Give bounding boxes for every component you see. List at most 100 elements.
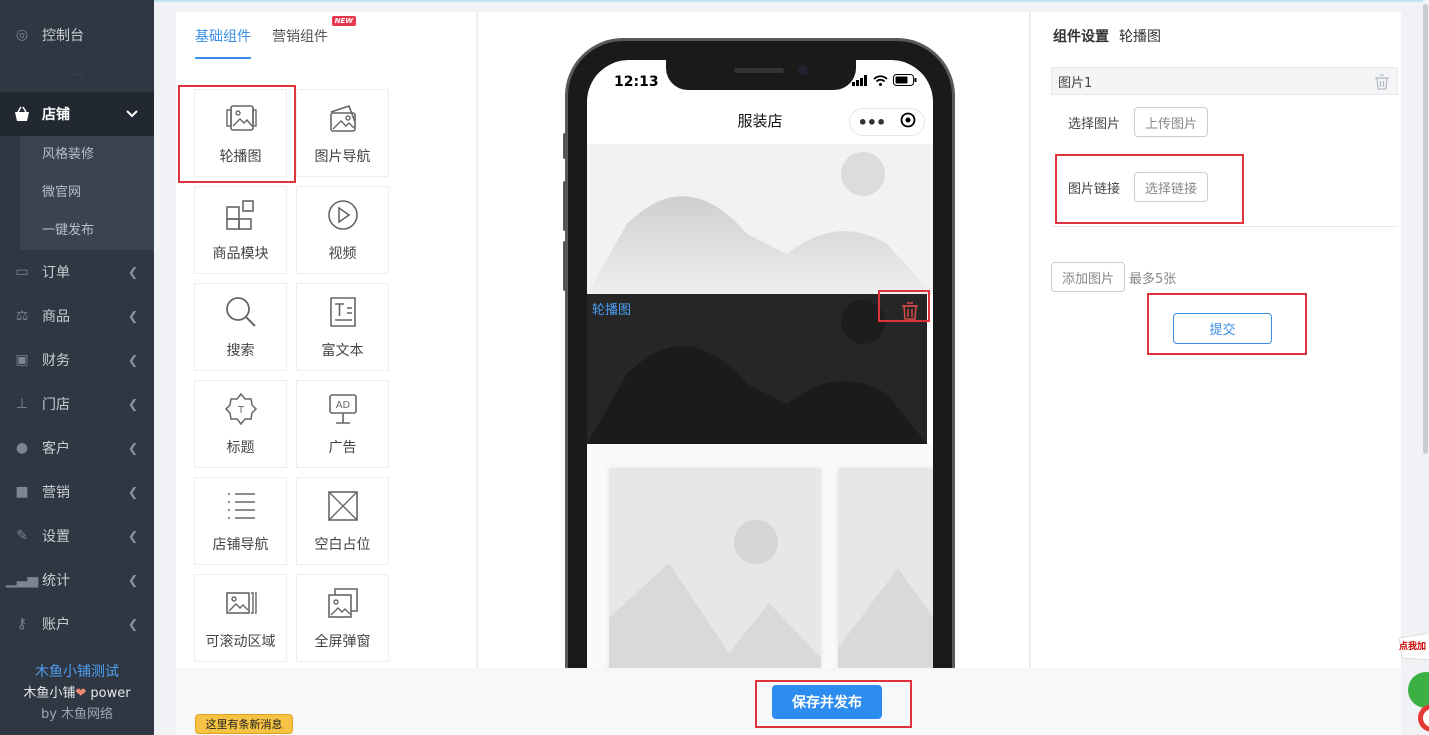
sidebar-subitem-publish[interactable]: 一键发布 (20, 212, 154, 250)
ad-icon: AD (325, 391, 361, 437)
component-item-scroll-area[interactable]: 可滚动区域 (194, 574, 287, 662)
store-icon (12, 106, 32, 122)
title-icon: T (223, 391, 259, 437)
component-item-title[interactable]: T 标题 (194, 380, 287, 468)
sidebar-footer: 木鱼小铺测试 木鱼小铺❤ power by 木鱼网络 (0, 662, 154, 725)
new-message-tag[interactable]: 这里有条新消息 (195, 714, 293, 734)
component-item-label: 全屏弹窗 (314, 634, 371, 650)
dashboard-icon: ◎ (15, 27, 29, 43)
power-line: 木鱼小铺❤ power (23, 686, 131, 701)
sidebar-divider: ··· (70, 68, 84, 81)
component-item-label: 标题 (226, 440, 255, 456)
product-card-placeholder (609, 468, 821, 668)
product-module-icon (223, 197, 259, 243)
branch-icon: ⊥ (15, 396, 29, 412)
component-item-label: 轮播图 (219, 149, 262, 165)
settings-title: 组件设置 (1053, 29, 1109, 45)
sidebar-subitem-micro-site[interactable]: 微官网 (20, 174, 154, 212)
sidebar-item-products[interactable]: ⚖ 商品 ❮ (0, 294, 154, 338)
store-nav-icon (223, 488, 259, 534)
delete-image-button[interactable] (1373, 73, 1391, 95)
upload-image-button[interactable]: 上传图片 (1134, 107, 1209, 137)
wrench-icon: ✎ (16, 528, 28, 544)
bottom-action-bar: 保存并发布 (176, 669, 1401, 735)
add-image-button[interactable]: 添加图片 (1051, 262, 1126, 292)
sidebar-subitem-style[interactable]: 风格装修 (20, 136, 154, 174)
chevron-left-icon: ❮ (127, 309, 138, 323)
component-item-store-nav[interactable]: 店铺导航 (194, 477, 287, 565)
sidebar-item-stats[interactable]: ▁▃▅ 统计 ❮ (0, 558, 154, 602)
floating-widget-text: 点我加 (1399, 642, 1427, 652)
component-item-ad[interactable]: AD 广告 (296, 380, 389, 468)
video-icon (325, 197, 361, 243)
tab-basic-components[interactable]: 基础组件 (195, 26, 251, 59)
signal-icon (852, 74, 867, 86)
close-circle-icon[interactable] (900, 112, 916, 132)
sidebar-item-marketing[interactable]: ■ 营销 ❮ (0, 470, 154, 514)
sidebar-item-stores[interactable]: ⊥ 门店 ❮ (0, 382, 154, 426)
chevron-left-icon: ❮ (127, 441, 138, 455)
component-item-blank-placeholder[interactable]: 空白占位 (296, 477, 389, 565)
phone-notch (666, 60, 856, 90)
rich-text-icon (325, 294, 361, 340)
carousel-icon (223, 100, 259, 146)
phone-screen: 12:13 服装店 ••• 轮播图 (587, 60, 933, 668)
capsule-menu[interactable]: ••• (849, 108, 925, 136)
fullscreen-popup-icon (325, 585, 361, 631)
search-icon (223, 294, 259, 340)
battery-icon (893, 74, 917, 86)
phone-frame: 12:13 服装店 ••• 轮播图 (563, 38, 955, 668)
sidebar-item-orders[interactable]: ▭ 订单 ❮ (0, 250, 154, 294)
submit-button[interactable]: 提交 (1173, 313, 1272, 344)
component-item-product-module[interactable]: 商品模块 (194, 186, 287, 274)
component-item-search[interactable]: 搜索 (194, 283, 287, 371)
phone-side-button (563, 133, 567, 159)
sidebar: ◎ 控制台 ··· 店铺 风格装修 微官网 一键发布 ▭ 订单 ❮ ⚖ 商品 ❮… (0, 0, 154, 735)
component-item-label: 店铺导航 (212, 537, 269, 553)
component-item-image-nav[interactable]: 图片导航 (296, 89, 389, 177)
component-item-label: 商品模块 (212, 246, 269, 262)
sidebar-item-account[interactable]: ⚷ 账户 ❮ (0, 602, 154, 646)
component-item-label: 视频 (328, 246, 357, 262)
component-item-label: 空白占位 (314, 537, 371, 553)
svg-text:T: T (236, 405, 244, 416)
component-item-label: 搜索 (226, 343, 255, 359)
sidebar-item-finance[interactable]: ▣ 财务 ❮ (0, 338, 154, 382)
component-item-rich-text[interactable]: 富文本 (296, 283, 389, 371)
settings-component-name: 轮播图 (1119, 29, 1161, 45)
delete-component-button[interactable] (899, 300, 921, 322)
order-icon: ▭ (15, 264, 29, 280)
save-and-publish-button[interactable]: 保存并发布 (772, 685, 882, 719)
image-link-row: 图片链接 选择链接 (1068, 172, 1209, 202)
sidebar-item-dashboard[interactable]: ◎ 控制台 (0, 0, 154, 70)
sidebar-item-store[interactable]: 店铺 (0, 92, 154, 136)
store-submenu: 风格装修 微官网 一键发布 (0, 136, 154, 250)
carousel-selected-block[interactable]: 轮播图 (587, 294, 927, 444)
more-icon[interactable]: ••• (858, 113, 887, 132)
component-item-carousel[interactable]: 轮播图 (194, 89, 287, 177)
scrollbar-thumb[interactable] (1423, 4, 1428, 454)
top-accent-line (154, 0, 1429, 2)
chevron-left-icon: ❮ (127, 617, 138, 631)
brand-link[interactable]: 木鱼小铺测试 (0, 662, 154, 683)
select-link-button[interactable]: 选择链接 (1134, 172, 1209, 202)
sidebar-item-customers[interactable]: ● 客户 ❮ (0, 426, 154, 470)
sidebar-item-settings[interactable]: ✎ 设置 ❮ (0, 514, 154, 558)
key-icon: ⚷ (16, 616, 28, 632)
phone-preview-area: 12:13 服装店 ••• 轮播图 (477, 12, 1030, 668)
chevron-left-icon: ❮ (127, 397, 138, 411)
trash-icon (902, 302, 918, 320)
scroll-area-icon (223, 585, 259, 631)
chevron-down-icon (126, 107, 138, 121)
chevron-left-icon: ❮ (127, 573, 138, 587)
scrollbar[interactable] (1423, 0, 1429, 735)
divider (1051, 226, 1398, 227)
tab-marketing-components[interactable]: 营销组件 NEW (272, 16, 356, 59)
gift-icon: ■ (15, 484, 29, 500)
chevron-left-icon: ❮ (127, 485, 138, 499)
floating-contact-widget[interactable]: 点我加 (1394, 630, 1429, 735)
blank-placeholder-icon (325, 488, 361, 534)
carousel-banner-placeholder[interactable] (587, 144, 933, 294)
component-item-video[interactable]: 视频 (296, 186, 389, 274)
component-item-fullscreen-popup[interactable]: 全屏弹窗 (296, 574, 389, 662)
